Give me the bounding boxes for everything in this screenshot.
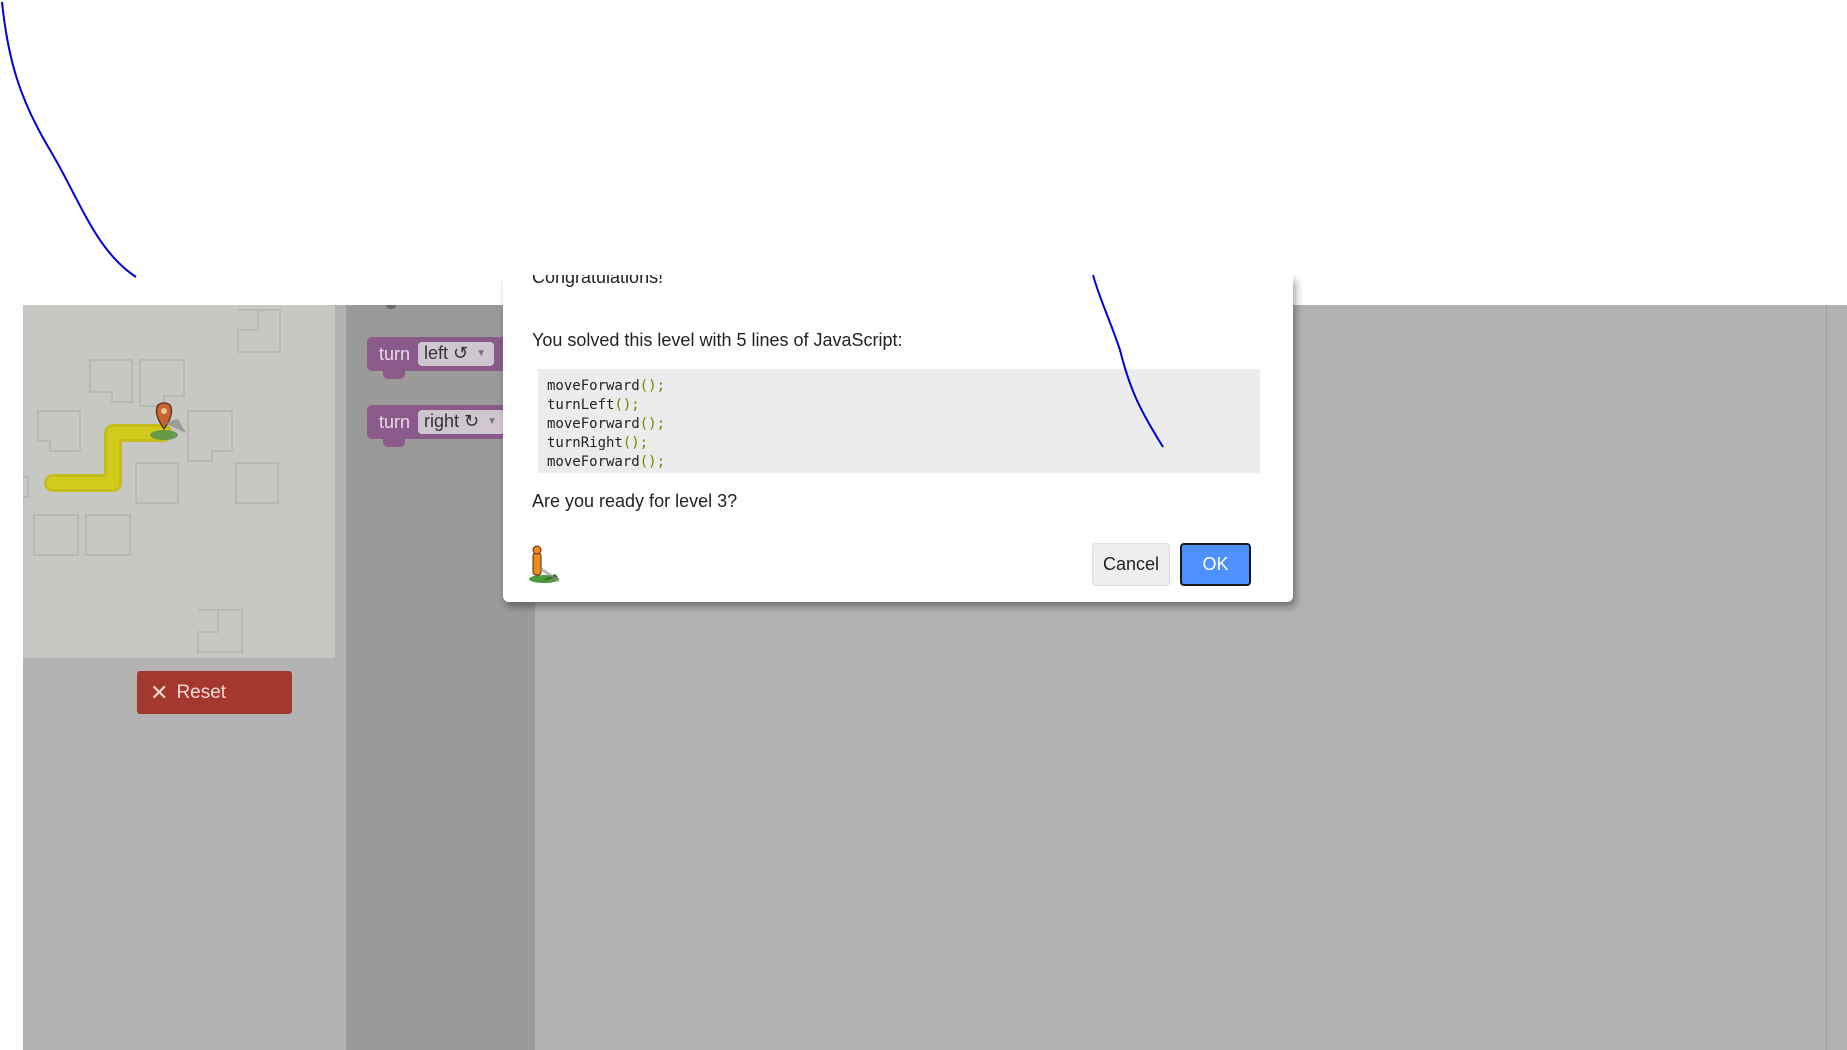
reset-button[interactable]: ✕ Reset [137,671,292,714]
block-keyword: turn [379,343,411,364]
ok-button[interactable]: OK [1180,543,1251,586]
code-line: turnRight(); [547,435,649,451]
dialog-message: You solved this level with 5 lines of Ja… [532,330,903,350]
chevron-down-icon: ▼ [476,348,487,359]
wall-tile [135,462,179,504]
code-line: turnLeft(); [547,397,640,413]
reset-label: Reset [176,681,227,703]
wall-tile [23,476,29,498]
wall-tile [85,514,131,556]
maze-map [23,309,281,653]
goal-marker-icon [150,402,186,440]
page-header-cover [0,0,1847,275]
wall-tile [89,359,133,403]
level-complete-dialog: Congratulations! You solved this level w… [503,275,1293,602]
wall-tile [139,359,185,407]
direction-value: right ↻ [424,411,480,431]
turn-right-block[interactable]: turn right ↻ ▼ [367,405,517,447]
block-nub [386,305,396,309]
dialog-question: Are you ready for level 3? [532,491,738,511]
turn-left-block[interactable]: turn left ↺ ▼ [367,337,507,379]
code-line: moveForward(); [547,378,666,394]
block-keyword: turn [379,411,411,432]
direction-value: left ↺ [424,343,469,363]
pegman-icon [524,545,564,592]
wall-tile [37,410,81,452]
wall-tile [33,514,79,556]
chevron-down-icon: ▼ [487,416,498,427]
workspace-edge [1827,305,1847,1050]
maze-game-app: ✕ Reset turn left ↺ ▼ turn right ↻ ▼ Con… [0,0,1847,1050]
wall-tile [187,410,233,462]
code-block: moveForward(); turnLeft(); moveForward()… [538,369,1260,473]
wall-tile [197,609,243,653]
dialog-heading: Congratulations! [532,275,664,287]
direction-dropdown[interactable]: left ↺ ▼ [418,342,495,366]
code-line: moveForward(); [547,454,666,470]
code-line: moveForward(); [547,416,666,432]
direction-dropdown[interactable]: right ↻ ▼ [418,410,506,434]
wall-tile [235,462,279,504]
maze-view [23,305,335,658]
cancel-button[interactable]: Cancel [1092,543,1170,586]
wall-tile [237,309,281,353]
close-icon: ✕ [150,679,169,705]
